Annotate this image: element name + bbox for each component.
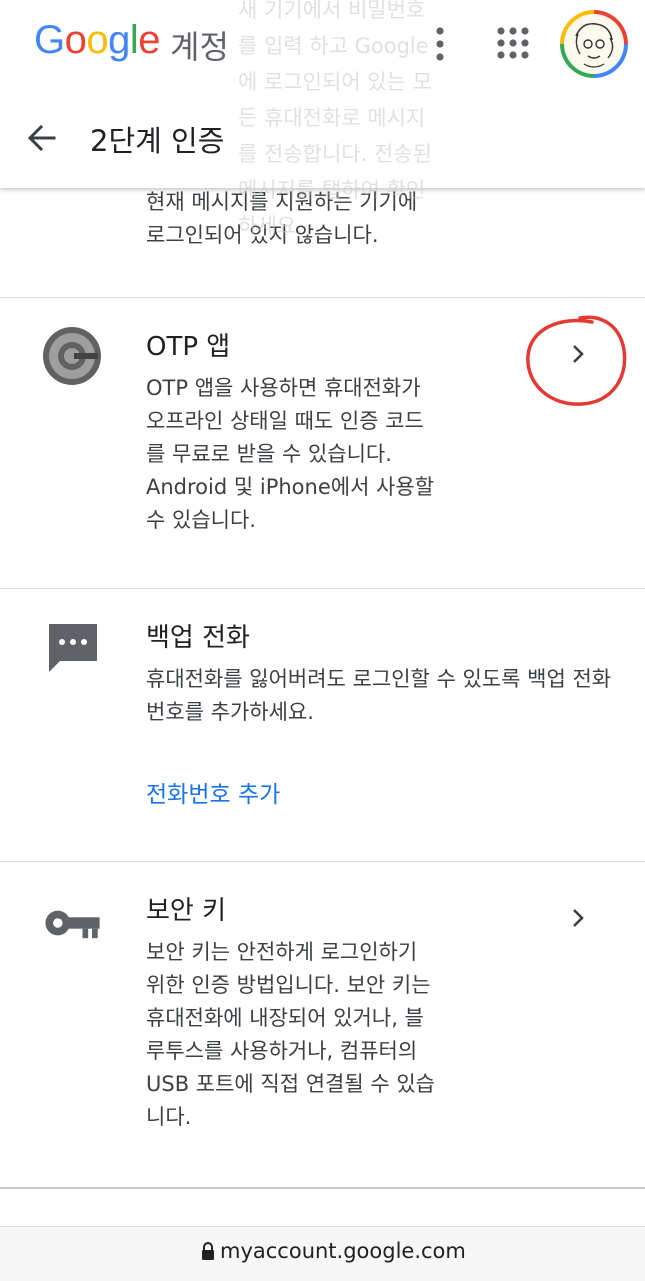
otp-title: OTP 앱	[146, 332, 231, 362]
divider	[0, 1187, 645, 1189]
prompt-description-tail: 현재 메시지를 지원하는 기기에 로그인되어 있지 않습니다.	[146, 190, 418, 247]
otp-description: OTP 앱을 사용하면 휴대전화가 오프라인 상태일 때도 인증 코드를 무료로…	[146, 376, 435, 532]
avatar-image	[564, 14, 624, 74]
page-title: 2단계 인증	[90, 124, 225, 158]
lock-icon	[202, 1242, 214, 1260]
security-key-section[interactable]: 보안 키 보안 키는 안전하게 로그인하기 위한 인증 방법입니다. 보안 키는…	[0, 862, 645, 1187]
app-header: Google 계정 2단계 인증	[0, 0, 645, 188]
browser-url-bar[interactable]: myaccount.google.com	[0, 1226, 645, 1281]
account-label: 계정	[170, 28, 229, 66]
security-key-title: 보안 키	[146, 896, 227, 926]
url-text: myaccount.google.com	[220, 1239, 466, 1263]
backup-phone-section: 백업 전화 휴대전화를 잃어버려도 로그인할 수 있도록 백업 전화번호를 추가…	[0, 589, 645, 861]
red-annotation-circle	[526, 315, 627, 406]
google-authenticator-icon	[43, 327, 101, 385]
back-arrow-icon[interactable]	[24, 120, 60, 156]
otp-app-section[interactable]: OTP 앱 OTP 앱을 사용하면 휴대전화가 오프라인 상태일 때도 인증 코…	[0, 298, 645, 588]
add-phone-link[interactable]: 전화번호 추가	[146, 775, 280, 809]
avatar[interactable]	[560, 10, 628, 78]
message-icon	[49, 624, 97, 672]
key-icon	[45, 910, 100, 939]
backup-description: 휴대전화를 잃어버려도 로그인할 수 있도록 백업 전화번호를 추가하세요.	[146, 667, 612, 724]
more-vert-icon[interactable]	[426, 24, 454, 64]
backup-title: 백업 전화	[146, 623, 250, 653]
chevron-right-icon[interactable]	[566, 906, 590, 930]
security-key-description: 보안 키는 안전하게 로그인하기 위한 인증 방법입니다. 보안 키는 휴대전화…	[146, 940, 436, 1129]
apps-grid-icon[interactable]	[496, 26, 530, 60]
google-logo[interactable]: Google	[34, 18, 161, 63]
